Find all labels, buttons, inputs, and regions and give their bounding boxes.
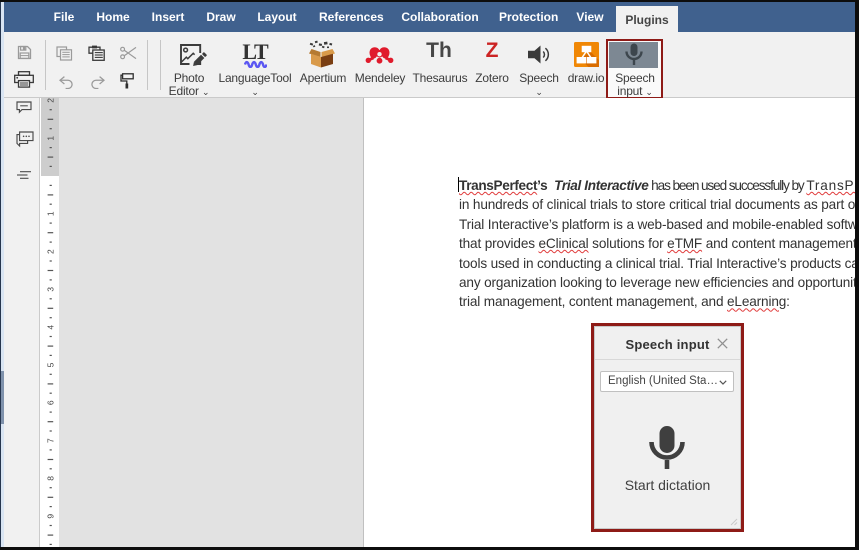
svg-text:6: 6 [46,400,56,405]
svg-text:2: 2 [46,249,56,254]
svg-text:5: 5 [46,362,56,367]
svg-text:9: 9 [46,514,56,519]
svg-text:1: 1 [46,136,56,141]
svg-text:1: 1 [46,211,56,216]
svg-text:3: 3 [46,287,56,292]
svg-text:2: 2 [46,98,56,103]
svg-text:4: 4 [46,325,56,330]
svg-text:7: 7 [46,438,56,443]
svg-text:8: 8 [46,476,56,481]
